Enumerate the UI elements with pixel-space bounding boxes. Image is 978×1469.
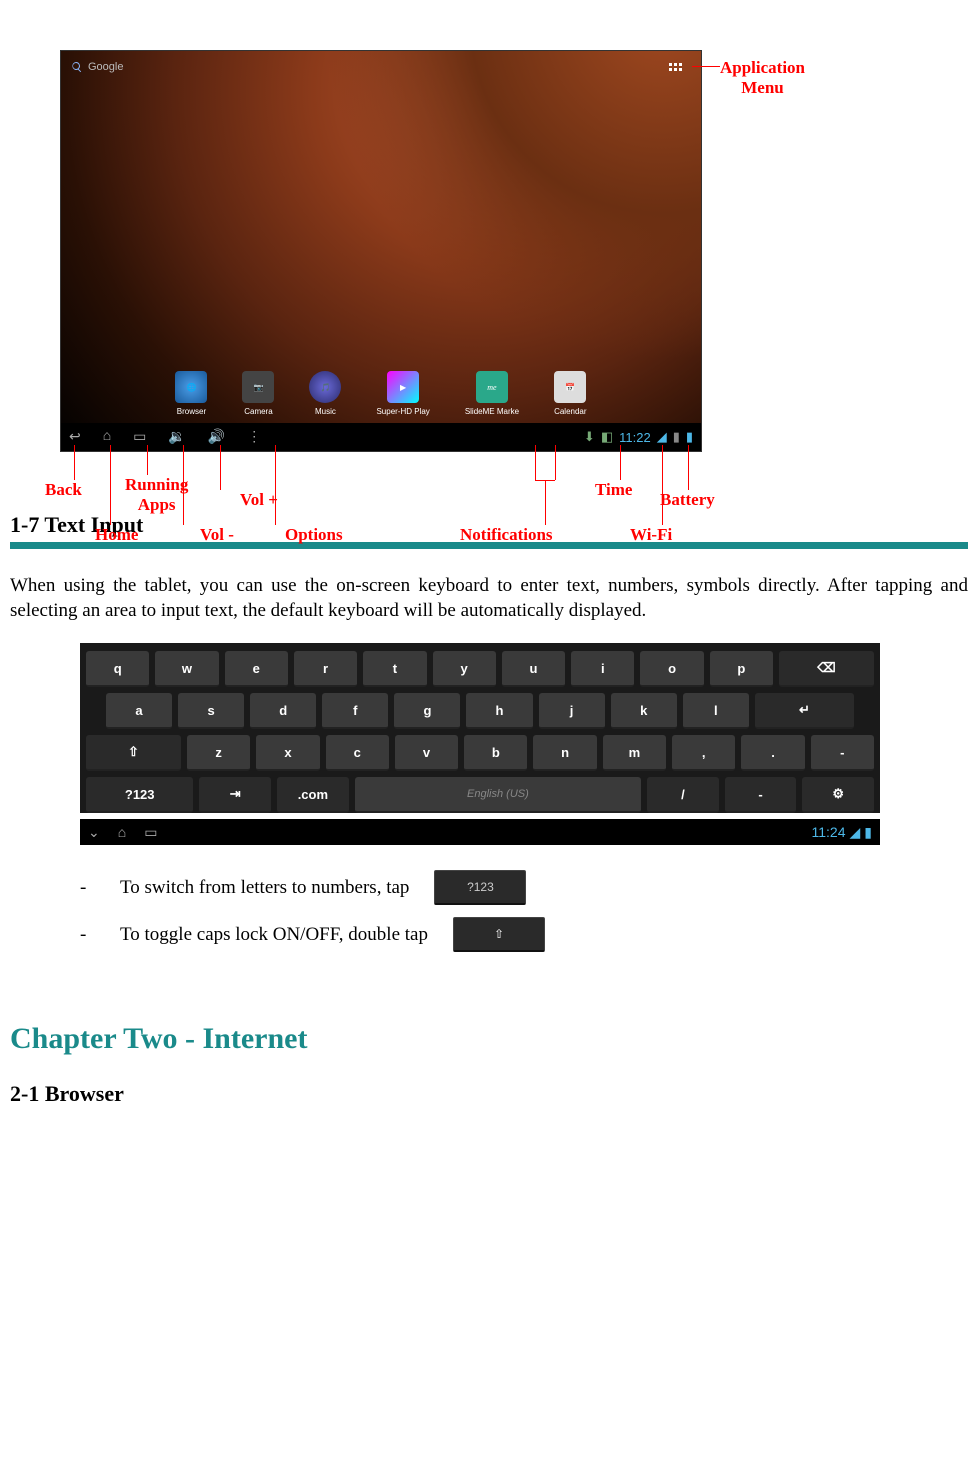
inline-key-shift: ⇧ bbox=[453, 917, 545, 952]
key-e[interactable]: e bbox=[225, 651, 288, 687]
key-o[interactable]: o bbox=[640, 651, 703, 687]
dock-browser[interactable]: 🌐 Browser bbox=[175, 371, 207, 416]
vol-down-icon[interactable]: 🔉 bbox=[168, 429, 185, 446]
search-placeholder: Google bbox=[88, 61, 123, 73]
annotation-notifications: Notifications bbox=[460, 525, 553, 545]
tablet-home-screen: Google 🌐 Browser 📷 Camera 🎵 Music bbox=[60, 50, 702, 452]
annotated-screenshot: Google 🌐 Browser 📷 Camera 🎵 Music bbox=[60, 50, 860, 452]
key-x[interactable]: x bbox=[256, 735, 319, 771]
key-settings[interactable]: ⚙ bbox=[802, 777, 874, 813]
wifi-icon: ◢ bbox=[657, 429, 667, 445]
kb-recent-icon[interactable]: ▭ bbox=[144, 824, 157, 841]
key-g[interactable]: g bbox=[394, 693, 460, 729]
signal-icon: ▮ bbox=[673, 429, 680, 445]
app-menu-icon[interactable] bbox=[667, 61, 689, 83]
search-icon bbox=[71, 61, 83, 73]
key-i[interactable]: i bbox=[571, 651, 634, 687]
annotation-vol-minus: Vol - bbox=[200, 525, 234, 545]
key-symbols[interactable]: ?123 bbox=[86, 777, 193, 813]
calendar-icon: 📅 bbox=[554, 371, 586, 403]
music-icon: 🎵 bbox=[309, 371, 341, 403]
dock-camera[interactable]: 📷 Camera bbox=[242, 371, 274, 416]
key-.[interactable]: . bbox=[741, 735, 804, 771]
key-b[interactable]: b bbox=[464, 735, 527, 771]
key-dotcom[interactable]: .com bbox=[277, 777, 349, 813]
vol-up-icon[interactable]: 🔊 bbox=[208, 429, 225, 446]
dock-slideme[interactable]: me SlideME Marke bbox=[465, 371, 519, 416]
options-icon[interactable]: ⋮ bbox=[247, 429, 261, 446]
key-n[interactable]: n bbox=[533, 735, 596, 771]
annotation-time: Time bbox=[595, 480, 632, 500]
key-⌫[interactable]: ⌫ bbox=[779, 651, 874, 687]
dock-superhd[interactable]: ▶ Super-HD Play bbox=[376, 371, 429, 416]
annotation-app-menu: Application Menu bbox=[720, 58, 805, 98]
key-d[interactable]: d bbox=[250, 693, 316, 729]
annotation-back: Back bbox=[45, 480, 82, 500]
key-s[interactable]: s bbox=[178, 693, 244, 729]
annotation-home: Home bbox=[95, 525, 138, 545]
kb-clock: 11:24 bbox=[812, 824, 846, 840]
app-dock: 🌐 Browser 📷 Camera 🎵 Music ▶ Super-HD Pl… bbox=[61, 371, 701, 416]
dock-calendar[interactable]: 📅 Calendar bbox=[554, 371, 586, 416]
key-⇧[interactable]: ⇧ bbox=[86, 735, 181, 771]
key-f[interactable]: f bbox=[322, 693, 388, 729]
key-h[interactable]: h bbox=[466, 693, 532, 729]
key-tab[interactable]: ⇥ bbox=[199, 777, 271, 813]
key-u[interactable]: u bbox=[502, 651, 565, 687]
camera-icon: 📷 bbox=[242, 371, 274, 403]
key-q[interactable]: q bbox=[86, 651, 149, 687]
system-navbar: ↩ ⌂ ▭ 🔉 🔊 ⋮ ⬇ ◧ 11:22 ◢ ▮ ▮ bbox=[61, 423, 701, 451]
annotation-options: Options bbox=[285, 525, 343, 545]
annotation-battery: Battery bbox=[660, 490, 715, 510]
market-icon: me bbox=[476, 371, 508, 403]
recent-apps-icon[interactable]: ▭ bbox=[133, 429, 146, 446]
key-c[interactable]: c bbox=[326, 735, 389, 771]
inline-key-symbols: ?123 bbox=[434, 870, 526, 905]
battery-icon: ▮ bbox=[686, 429, 693, 445]
globe-icon: 🌐 bbox=[175, 371, 207, 403]
dock-music[interactable]: 🎵 Music bbox=[309, 371, 341, 416]
key-↵[interactable]: ↵ bbox=[755, 693, 854, 729]
key-z[interactable]: z bbox=[187, 735, 250, 771]
chapter-two-heading: Chapter Two - Internet bbox=[10, 1022, 978, 1056]
instruction-list: - To switch from letters to numbers, tap… bbox=[80, 870, 978, 952]
key-space[interactable]: English (US) bbox=[355, 777, 641, 813]
key--[interactable]: - bbox=[811, 735, 874, 771]
kb-hide-icon[interactable]: ⌄ bbox=[88, 824, 100, 841]
annotation-wifi: Wi-Fi bbox=[630, 525, 672, 545]
key-y[interactable]: y bbox=[433, 651, 496, 687]
video-icon: ▶ bbox=[387, 371, 419, 403]
keyboard-statusbar: ⌄ ⌂ ▭ 11:24 ◢ ▮ bbox=[80, 819, 880, 845]
android-icon[interactable]: ◧ bbox=[601, 429, 613, 445]
key-dash[interactable]: - bbox=[725, 777, 797, 813]
keyboard-figure: qwertyuiop⌫ asdfghjkl↵ ⇧zxcvbnm,.- ?123 … bbox=[80, 643, 880, 845]
key-w[interactable]: w bbox=[155, 651, 218, 687]
bullet-caps-lock: - To toggle caps lock ON/OFF, double tap… bbox=[80, 917, 978, 952]
home-icon[interactable]: ⌂ bbox=[103, 429, 111, 445]
section-2-1-heading: 2-1 Browser bbox=[10, 1081, 978, 1107]
google-search-bar[interactable]: Google bbox=[71, 61, 123, 73]
kb-wifi-icon: ◢ bbox=[850, 824, 861, 841]
back-icon[interactable]: ↩ bbox=[69, 429, 81, 446]
bullet-switch-numbers: - To switch from letters to numbers, tap… bbox=[80, 870, 978, 905]
annotation-running-apps: Running Apps bbox=[125, 475, 188, 515]
key-l[interactable]: l bbox=[683, 693, 749, 729]
key-,[interactable]: , bbox=[672, 735, 735, 771]
clock-display: 11:22 bbox=[619, 430, 651, 445]
section-body-text: When using the tablet, you can use the o… bbox=[10, 574, 968, 623]
kb-home-icon[interactable]: ⌂ bbox=[118, 824, 126, 840]
key-j[interactable]: j bbox=[539, 693, 605, 729]
notification-icon[interactable]: ⬇ bbox=[584, 429, 595, 445]
key-r[interactable]: r bbox=[294, 651, 357, 687]
key-slash[interactable]: / bbox=[647, 777, 719, 813]
key-m[interactable]: m bbox=[603, 735, 666, 771]
key-a[interactable]: a bbox=[106, 693, 172, 729]
kb-battery-icon: ▮ bbox=[864, 824, 872, 841]
key-v[interactable]: v bbox=[395, 735, 458, 771]
key-t[interactable]: t bbox=[363, 651, 426, 687]
annotation-vol-plus: Vol + bbox=[240, 490, 278, 510]
key-k[interactable]: k bbox=[611, 693, 677, 729]
key-p[interactable]: p bbox=[710, 651, 773, 687]
